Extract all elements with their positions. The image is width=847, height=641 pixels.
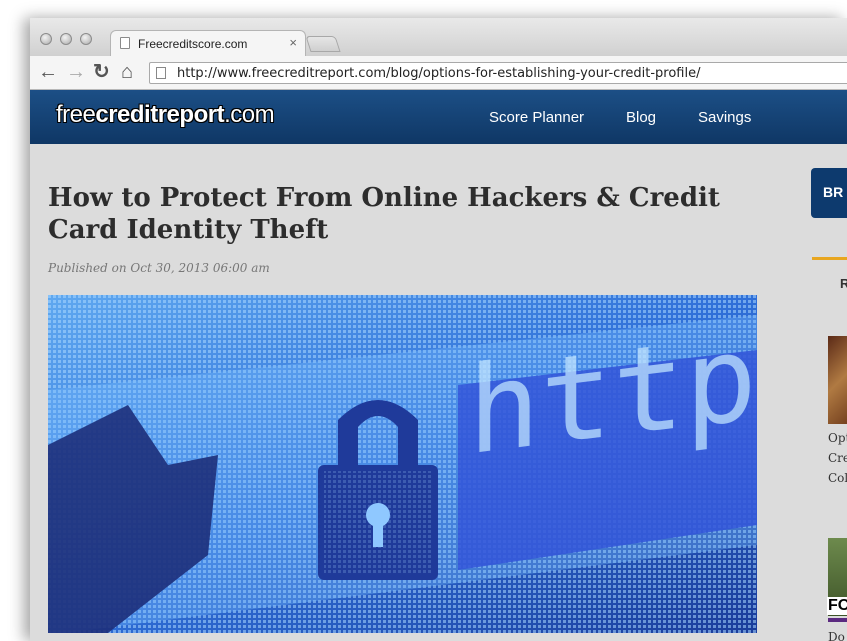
back-arrow-icon[interactable]: ← — [38, 60, 58, 84]
minimize-window-button[interactable] — [60, 33, 72, 45]
sidebar-divider — [812, 257, 847, 260]
tab-strip: Freecreditscore.com × — [30, 18, 847, 56]
sidebar-thumbnail-bar — [828, 618, 847, 622]
logo-part-free: free — [56, 101, 96, 128]
article-title: How to Protect From Online Hackers & Cre… — [48, 183, 720, 245]
sidebar-thumbnail[interactable] — [828, 336, 847, 424]
sidebar-cta-button[interactable]: BR — [811, 168, 847, 218]
sidebar-item-line[interactable]: Do — [828, 630, 845, 641]
browser-tab[interactable]: Freecreditscore.com × — [110, 30, 306, 56]
tab-title: Freecreditscore.com — [138, 37, 248, 51]
browser-toolbar: ← → ↻ ⌂ http://www.freecreditreport.com/… — [30, 56, 847, 90]
forward-arrow-icon[interactable]: → — [66, 60, 86, 84]
reload-icon[interactable]: ↻ — [93, 60, 110, 84]
zoom-window-button[interactable] — [80, 33, 92, 45]
browser-window: Freecreditscore.com × ← → ↻ ⌂ http://www… — [30, 18, 847, 641]
sidebar-thumbnail-badge: FO — [827, 597, 847, 615]
home-icon[interactable]: ⌂ — [121, 60, 133, 84]
logo-part-com: .com — [224, 101, 275, 128]
nav-savings[interactable]: Savings — [698, 109, 751, 126]
sidebar-cta-label: BR — [823, 184, 844, 200]
new-tab-button[interactable] — [305, 36, 341, 52]
site-header: freecreditreport.com Score Planner Blog … — [30, 90, 847, 144]
address-bar[interactable]: http://www.freecreditreport.com/blog/opt… — [149, 62, 847, 84]
sidebar-item-line[interactable]: Col — [828, 471, 847, 485]
page-icon — [156, 67, 166, 79]
close-window-button[interactable] — [40, 33, 52, 45]
sidebar-item-line[interactable]: Opt — [828, 431, 847, 445]
page-icon — [120, 37, 130, 49]
address-url: http://www.freecreditreport.com/blog/opt… — [177, 66, 701, 81]
article-hero-image: https:// — [48, 295, 757, 633]
logo-part-creditreport: creditreport — [95, 101, 225, 128]
nav-blog[interactable]: Blog — [626, 109, 656, 126]
nav-score-planner[interactable]: Score Planner — [489, 109, 584, 126]
hero-image-graphic: https:// — [48, 295, 757, 633]
tab-close-icon[interactable]: × — [289, 35, 297, 50]
site-logo[interactable]: freecreditreport.com — [56, 101, 275, 129]
sidebar-section-heading: R — [840, 276, 847, 291]
sidebar-item-line[interactable]: Cre — [828, 451, 847, 465]
published-date: Published on Oct 30, 2013 06:00 am — [48, 261, 270, 275]
